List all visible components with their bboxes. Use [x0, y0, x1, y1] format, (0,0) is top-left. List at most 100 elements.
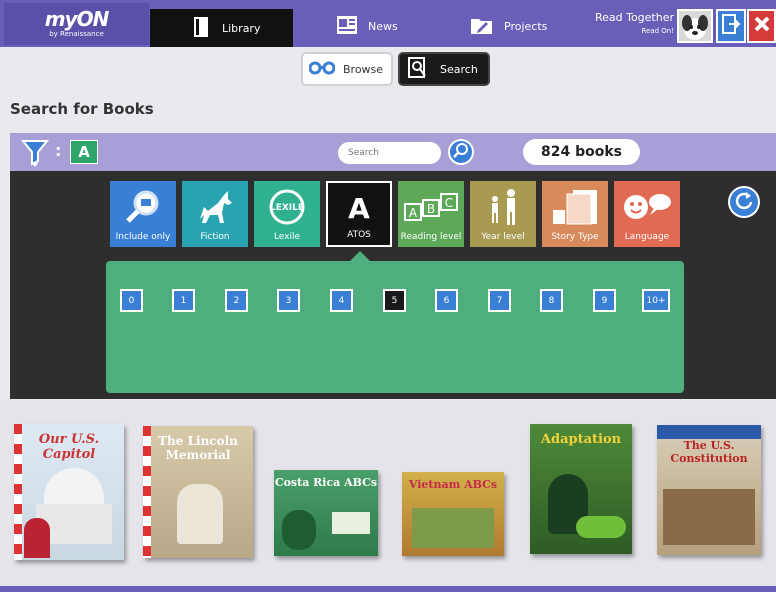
filter-reading-level-label: Reading level: [400, 232, 462, 242]
filter-separator: :: [55, 141, 62, 160]
search-mode-label: Search: [440, 62, 478, 76]
book-title: Adaptation: [540, 432, 622, 447]
book-title: Costa Rica ABCs: [274, 476, 378, 489]
selected-filter-caret: [350, 251, 370, 261]
read-together[interactable]: Read Together Read On!: [588, 11, 674, 37]
filter-language[interactable]: Language: [614, 181, 680, 247]
avatar[interactable]: [677, 9, 713, 43]
close-button[interactable]: [747, 9, 776, 43]
book-cover[interactable]: The Lincoln Memorial: [143, 426, 253, 558]
rice-field: [412, 508, 494, 548]
logo-by: by Renaissance: [49, 30, 104, 38]
exit-icon: [721, 13, 741, 39]
svg-text:A: A: [348, 192, 370, 222]
level-8-button[interactable]: 8: [540, 289, 563, 312]
level-7-button[interactable]: 7: [488, 289, 511, 312]
myon-logo[interactable]: myON by Renaissance: [4, 3, 149, 45]
level-3-button[interactable]: 3: [277, 289, 300, 312]
filter-lexile[interactable]: LEXILE Lexile: [254, 181, 320, 247]
book-count: 824 books: [523, 139, 640, 165]
book-title: The Lincoln Memorial: [158, 434, 238, 462]
filter-atos[interactable]: A ATOS: [326, 181, 392, 247]
level-6-button[interactable]: 6: [435, 289, 458, 312]
letter-a-icon: A: [344, 183, 374, 230]
filter-atos-label: ATOS: [347, 230, 371, 240]
cover-banner: [657, 425, 761, 439]
close-icon: [753, 15, 771, 37]
filter-funnel-icon[interactable]: [20, 137, 50, 171]
search-go-button[interactable]: [448, 139, 474, 165]
filter-panel: Include only Fiction LEXILE Lexile A ATO…: [10, 171, 776, 399]
filter-bar: : A 824 books: [10, 133, 776, 171]
lincoln-statue: [177, 484, 223, 544]
read-together-label: Read Together: [594, 11, 674, 24]
search-mode-button[interactable]: Search: [398, 52, 490, 86]
browse-button[interactable]: Browse: [301, 52, 393, 86]
capitol-dome: [44, 468, 104, 508]
filter-reading-level[interactable]: ABC Reading level: [398, 181, 464, 247]
people-icon: [485, 181, 521, 232]
active-filter-badge[interactable]: A: [70, 140, 98, 164]
svg-text:C: C: [445, 196, 453, 210]
jungle-tree: [282, 510, 316, 550]
filter-lexile-label: Lexile: [273, 232, 301, 242]
book-title: Our U.S. Capitol: [38, 432, 100, 462]
level-9-button[interactable]: 9: [593, 289, 616, 312]
filter-fiction[interactable]: Fiction: [182, 181, 248, 247]
magnifier-icon: [123, 181, 163, 232]
chameleon: [576, 516, 626, 538]
tab-projects-label: Projects: [504, 19, 548, 33]
book-cover[interactable]: The U.S. Constitution: [657, 425, 761, 555]
filter-include-only[interactable]: Include only: [110, 181, 176, 247]
binoculars-icon: [308, 61, 336, 78]
top-nav: myON by Renaissance Library News Project…: [0, 0, 776, 47]
bottom-bar: [0, 586, 776, 592]
lexile-icon: LEXILE: [268, 181, 306, 232]
founders-scene: [663, 489, 755, 545]
book-title: The U.S. Constitution: [670, 439, 748, 465]
book-cover[interactable]: Our U.S. Capitol: [14, 424, 124, 560]
filter-language-label: Language: [624, 232, 670, 242]
filter-story-type-label: Story Type: [551, 232, 599, 242]
tab-projects[interactable]: Projects: [470, 9, 580, 43]
newspaper-icon: [336, 15, 358, 38]
svg-text:LEXILE: LEXILE: [270, 203, 304, 213]
book-cover[interactable]: Costa Rica ABCs: [274, 470, 378, 556]
filter-year-level-label: Year level: [481, 232, 525, 242]
girl-figure: [24, 518, 50, 558]
tab-news-label: News: [368, 19, 398, 33]
library-book-icon: [192, 16, 212, 41]
level-2-button[interactable]: 2: [225, 289, 248, 312]
filter-include-only-label: Include only: [115, 232, 171, 242]
search-icon: [453, 142, 469, 162]
level-10-plus-button[interactable]: 10+: [642, 289, 670, 312]
read-on-label: Read On!: [641, 27, 674, 35]
search-input[interactable]: [338, 142, 441, 164]
book-cover[interactable]: Adaptation: [530, 424, 632, 554]
filter-fiction-label: Fiction: [200, 232, 230, 242]
level-1-button[interactable]: 1: [172, 289, 195, 312]
filter-story-type[interactable]: Story Type: [542, 181, 608, 247]
search-page-icon: [408, 56, 428, 82]
level-4-button[interactable]: 4: [330, 289, 353, 312]
exit-button[interactable]: [716, 9, 746, 43]
tab-library-label: Library: [222, 21, 261, 35]
speech-icon: [622, 181, 672, 232]
browse-label: Browse: [343, 62, 384, 76]
svg-text:A: A: [409, 206, 418, 220]
logo-brand: myON: [44, 7, 110, 31]
reset-filters-button[interactable]: [728, 186, 760, 218]
book-cover[interactable]: Vietnam ABCs: [402, 472, 504, 556]
refresh-icon: [734, 190, 754, 214]
abc-blocks-icon: ABC: [403, 181, 459, 232]
page-title: Search for Books: [10, 100, 154, 118]
level-5-button[interactable]: 5: [383, 289, 406, 312]
svg-text:B: B: [427, 202, 435, 216]
atos-level-panel: 0 1 2 3 4 5 6 7 8 9 10+: [106, 261, 684, 393]
level-0-button[interactable]: 0: [120, 289, 143, 312]
filter-year-level[interactable]: Year level: [470, 181, 536, 247]
tab-news[interactable]: News: [336, 9, 436, 43]
book-title: Vietnam ABCs: [408, 478, 498, 491]
tab-library[interactable]: Library: [150, 9, 293, 47]
book-results: Our U.S. Capitol The Lincoln Memorial Co…: [0, 400, 776, 586]
